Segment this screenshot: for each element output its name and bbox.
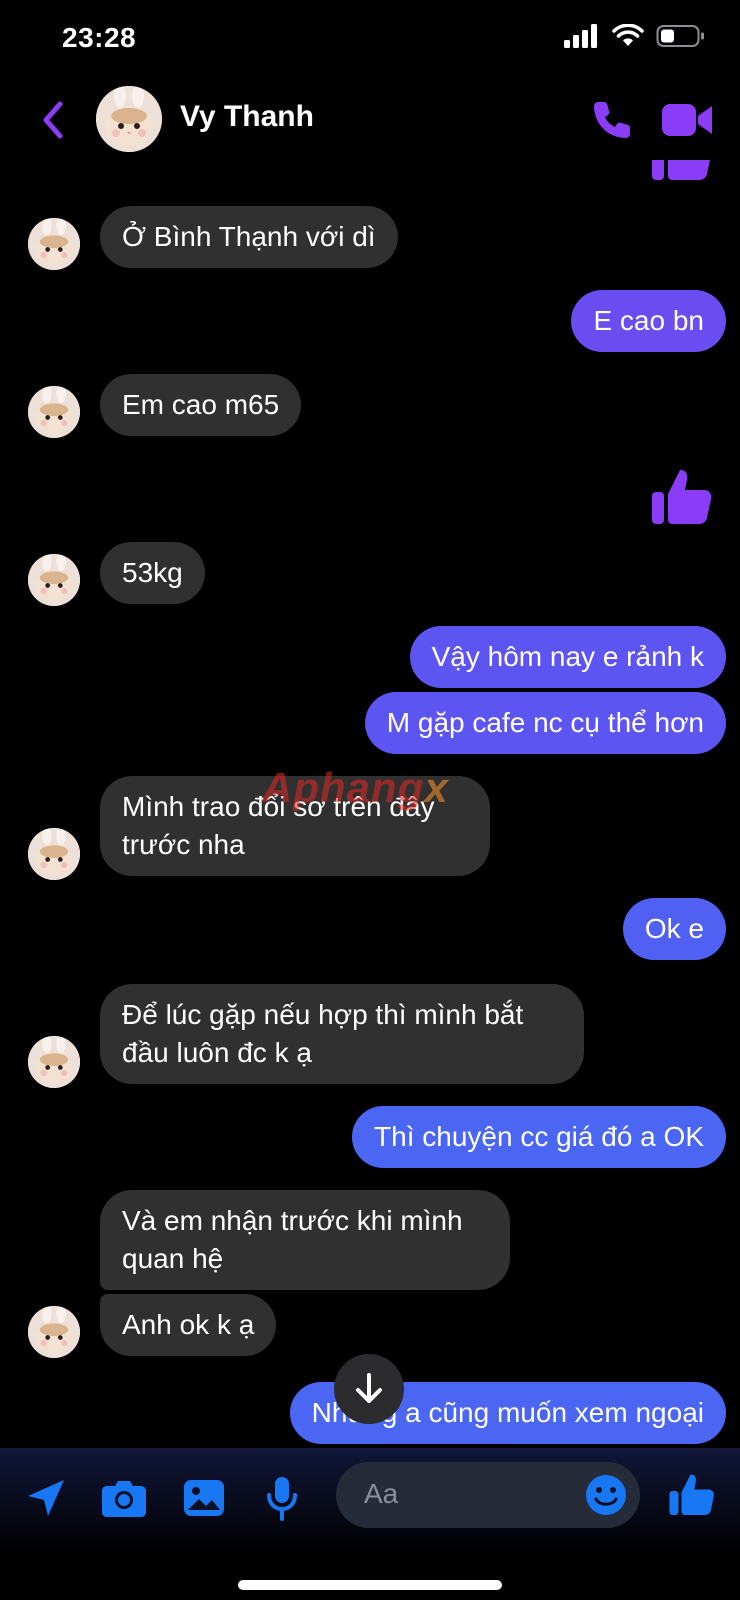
contact-avatar-small[interactable] [28,1036,80,1088]
emoji-button[interactable] [584,1473,628,1517]
image-icon [184,1480,224,1516]
phone-icon [594,102,630,138]
gallery-button[interactable] [178,1472,230,1524]
back-button[interactable] [34,96,74,144]
status-bar: 23:28 [0,0,740,80]
voice-message-button[interactable] [256,1472,308,1524]
message-line: đầu luôn đc k ạ [122,1037,312,1068]
received-message[interactable]: Mình trao đổi sơ trên đây trước nha [100,776,490,876]
like-sticker[interactable] [650,160,714,189]
voice-call-button[interactable] [588,96,636,144]
video-camera-icon [662,104,712,136]
contact-avatar-small[interactable] [28,218,80,270]
battery-icon [656,25,704,47]
composer-bar: Aa [0,1448,740,1600]
contact-avatar-small[interactable] [28,828,80,880]
sent-message[interactable]: Thì chuyện cc giá đó a OK [352,1106,726,1168]
thumbs-up-icon [652,470,712,524]
conversation-header: Vy Thanh [0,80,740,160]
contact-avatar-small[interactable] [28,554,80,606]
sent-message[interactable]: E cao bn [571,290,726,352]
camera-button[interactable] [98,1472,150,1524]
sent-message[interactable]: Ok e [622,898,726,960]
sent-message[interactable]: M gặp cafe nc cụ thể hơn [364,692,726,754]
sent-message[interactable]: Vậy hôm nay e rảnh k [409,626,726,688]
home-indicator[interactable] [238,1580,502,1590]
message-line: Mình trao đổi sơ trên đây [122,791,435,822]
camera-icon [102,1481,146,1517]
location-arrow-icon [28,1480,64,1516]
thumbs-up-icon [652,160,710,180]
message-list[interactable]: Ở Bình Thạnh với dì E cao bn Em cao m65 … [0,160,740,1452]
microphone-icon [267,1477,297,1521]
send-like-button[interactable] [668,1470,720,1522]
cat-avatar-image [28,554,80,606]
contact-name[interactable]: Vy Thanh [180,100,314,134]
message-line: trước nha [122,829,245,860]
video-call-button[interactable] [660,96,716,144]
received-message[interactable]: Và em nhận trước khi mình quan hệ [100,1190,510,1290]
received-message[interactable]: 53kg [100,542,205,604]
cat-avatar-image [28,828,80,880]
received-message[interactable]: Em cao m65 [100,374,302,436]
cellular-signal-icon [564,24,597,48]
status-time: 23:28 [62,22,137,53]
cat-avatar-image [96,86,162,152]
wifi-icon [612,24,644,46]
cat-avatar-image [28,1306,80,1358]
received-message[interactable]: Anh ok k ạ [100,1294,277,1356]
cat-avatar-image [28,218,80,270]
contact-avatar[interactable] [96,86,162,152]
like-sticker[interactable] [650,464,714,533]
status-icons [564,24,706,48]
cat-avatar-image [28,1036,80,1088]
thumbs-up-icon [669,1474,714,1515]
scroll-to-bottom-button[interactable] [334,1354,404,1424]
message-line: Và em nhận trước khi mình [122,1205,463,1236]
arrow-down-icon [356,1373,382,1403]
received-message[interactable]: Ở Bình Thạnh với dì [100,206,398,268]
message-line: quan hệ [122,1243,224,1274]
received-message[interactable]: Để lúc gặp nếu hợp thì mình bắt đầu luôn… [100,984,584,1084]
message-line: Để lúc gặp nếu hợp thì mình bắt [122,999,524,1030]
contact-avatar-small[interactable] [28,386,80,438]
smiley-icon [586,1475,626,1515]
location-button[interactable] [20,1472,72,1524]
message-input-placeholder: Aa [364,1478,399,1509]
chevron-left-icon [43,101,63,139]
message-input[interactable]: Aa [336,1462,640,1528]
contact-avatar-small[interactable] [28,1306,80,1358]
cat-avatar-image [28,386,80,438]
